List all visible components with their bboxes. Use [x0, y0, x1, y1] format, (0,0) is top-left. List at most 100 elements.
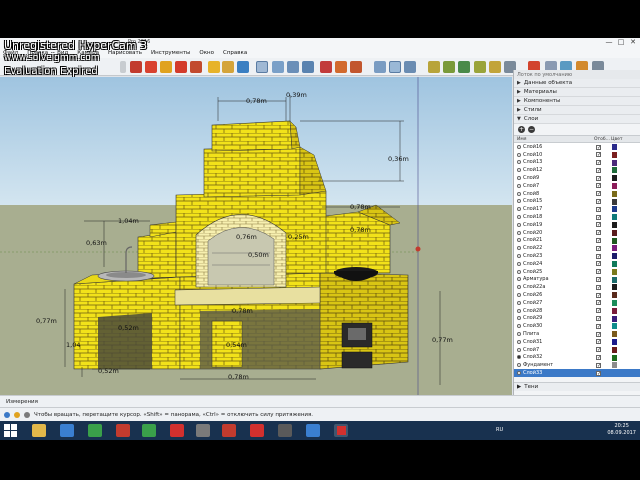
active-layer-radio[interactable] [517, 285, 521, 290]
tape-measure-icon[interactable] [208, 61, 220, 73]
layer-row[interactable]: Слой33 ✓ [514, 369, 640, 377]
layer-color-swatch[interactable] [612, 167, 617, 174]
layer-row[interactable]: Слой20 ✓ [514, 229, 640, 237]
layer-row[interactable]: Слой24 ✓ [514, 260, 640, 268]
layer-visible-checkbox[interactable]: ✓ [596, 245, 601, 251]
layer-row[interactable]: Слой17 ✓ [514, 205, 640, 213]
layer-name[interactable]: Слой16 [523, 144, 595, 150]
layer-visible-checkbox[interactable]: ✓ [596, 362, 601, 368]
active-layer-radio[interactable] [517, 222, 521, 227]
active-layer-radio[interactable] [517, 355, 521, 360]
active-layer-radio[interactable] [517, 160, 521, 165]
layer-visible-checkbox[interactable]: ✓ [596, 191, 601, 197]
layer-visible-checkbox[interactable]: ✓ [596, 144, 601, 150]
smoove-icon[interactable] [458, 61, 470, 73]
tray-entity-info[interactable]: ▶ Данные объекта [514, 79, 640, 88]
layer-row[interactable]: Плита ✓ [514, 330, 640, 338]
layer-row[interactable]: Слой23 ✓ [514, 252, 640, 260]
layer-visible-checkbox[interactable]: ✓ [596, 277, 601, 283]
tray-layers[interactable]: ▼ Слои [514, 115, 640, 124]
active-layer-radio[interactable] [517, 347, 521, 352]
layer-visible-checkbox[interactable]: ✓ [596, 206, 601, 212]
active-layer-radio[interactable] [517, 152, 521, 157]
active-layer-radio[interactable] [517, 254, 521, 259]
layer-color-swatch[interactable] [612, 315, 617, 322]
layer-name[interactable]: Слой22 [523, 245, 595, 251]
layer-color-swatch[interactable] [612, 175, 617, 182]
layer-row[interactable]: Слой7 ✓ [514, 182, 640, 190]
app-icon-red-3[interactable] [250, 424, 264, 437]
opera-icon[interactable] [170, 424, 184, 437]
credits-icon[interactable] [14, 411, 20, 418]
active-layer-radio[interactable] [517, 199, 521, 204]
drape-icon[interactable] [489, 61, 501, 73]
layer-name[interactable]: Слой15 [523, 198, 595, 204]
layer-visible-checkbox[interactable]: ✓ [596, 222, 601, 228]
zoom-icon[interactable] [287, 61, 299, 73]
active-layer-radio[interactable] [517, 371, 521, 375]
layer-color-swatch[interactable] [612, 237, 617, 244]
active-layer-radio[interactable] [517, 246, 521, 251]
layer-name[interactable]: Слой23 [523, 253, 595, 259]
layer-name[interactable]: Слой29 [523, 315, 595, 321]
layer-color-swatch[interactable] [612, 151, 617, 158]
layer-row[interactable]: Слой22а ✓ [514, 283, 640, 291]
view-top-icon[interactable] [404, 61, 416, 73]
layer-color-swatch[interactable] [612, 159, 617, 166]
tray-styles[interactable]: ▶ Стили [514, 106, 640, 115]
layer-name[interactable]: Слой26 [523, 292, 595, 298]
active-layer-radio[interactable] [517, 277, 521, 282]
layer-name[interactable]: Арматура [523, 276, 595, 282]
layer-color-swatch[interactable] [612, 198, 617, 205]
remove-layer-icon[interactable]: − [528, 126, 535, 133]
layer-row[interactable]: Слой12 ✓ [514, 166, 640, 174]
layer-name[interactable]: Фундамент [523, 362, 595, 368]
maximize-button[interactable]: □ [616, 38, 626, 47]
layer-color-swatch[interactable] [612, 190, 617, 197]
layer-name[interactable]: Слой28 [523, 308, 595, 314]
layer-row[interactable]: Слой9 ✓ [514, 174, 640, 182]
tray-shadows[interactable]: ▶ Тени [514, 382, 640, 391]
layer-name[interactable]: Слой8 [523, 191, 595, 197]
layer-row[interactable]: Слой10 ✓ [514, 151, 640, 159]
layer-color-swatch[interactable] [612, 338, 617, 345]
layer-name[interactable]: Слой9 [523, 175, 595, 181]
active-layer-radio[interactable] [517, 176, 521, 181]
layer-row[interactable]: Слой28 ✓ [514, 307, 640, 315]
active-layer-radio[interactable] [517, 230, 521, 235]
app-icon-red[interactable] [116, 424, 130, 437]
active-layer-radio[interactable] [517, 168, 521, 173]
layer-row[interactable]: Слой19 ✓ [514, 221, 640, 229]
layer-color-swatch[interactable] [612, 307, 617, 314]
terrain-icon[interactable] [443, 61, 455, 73]
layer-visible-checkbox[interactable]: ✓ [596, 230, 601, 236]
layer-visible-checkbox[interactable]: ✓ [596, 292, 601, 298]
offset-icon[interactable] [190, 61, 202, 73]
layer-color-swatch[interactable] [612, 229, 617, 236]
layer-color-swatch[interactable] [612, 362, 617, 369]
layer-name[interactable]: Слой21 [523, 237, 595, 243]
layer-visible-checkbox[interactable]: ✓ [596, 167, 601, 173]
measurements-box[interactable]: Измерения [0, 395, 640, 407]
ie-icon[interactable] [60, 424, 74, 437]
layer-row[interactable]: Фундамент ✓ [514, 361, 640, 369]
layer-visible-checkbox[interactable]: ✓ [596, 347, 601, 353]
orbit-icon[interactable] [256, 61, 268, 73]
layer-visible-checkbox[interactable]: ✓ [596, 214, 601, 220]
layer-color-swatch[interactable] [612, 292, 617, 299]
active-layer-radio[interactable] [517, 339, 521, 344]
user-icon[interactable] [24, 411, 30, 418]
app-icon-red-2[interactable] [222, 424, 236, 437]
layer-row[interactable]: Слой29 ✓ [514, 315, 640, 323]
layer-visible-checkbox[interactable]: ✓ [596, 152, 601, 158]
layer-row[interactable]: Слой31 ✓ [514, 338, 640, 346]
stamp-icon[interactable] [474, 61, 486, 73]
3d-viewport[interactable]: 0,78m 0,39m 0,36m 0,78m 1,04m 0,63m 0,78… [0, 77, 512, 395]
active-layer-radio[interactable] [517, 191, 521, 196]
layer-color-swatch[interactable] [612, 299, 617, 306]
layer-visible-checkbox[interactable]: ✓ [596, 175, 601, 181]
layer-row[interactable]: Слой8 ✓ [514, 190, 640, 198]
dropdown-arrow-icon[interactable] [120, 61, 126, 73]
layer-color-swatch[interactable] [612, 323, 617, 330]
active-layer-radio[interactable] [517, 316, 521, 321]
